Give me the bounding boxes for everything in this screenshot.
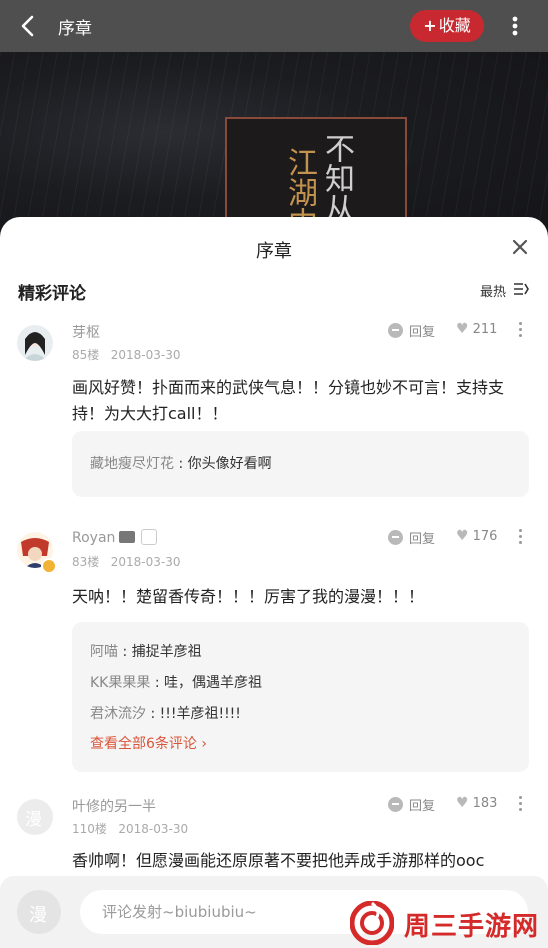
like-button[interactable]: ♥ 183 [456, 795, 497, 811]
reply-icon [388, 323, 403, 338]
username-text: Royan [72, 530, 116, 546]
reply-username: 君沐流汐 [90, 706, 146, 722]
reply-separator: : [150, 675, 164, 691]
back-arrow-icon[interactable] [14, 12, 42, 40]
avatar[interactable]: 漫 [17, 799, 53, 835]
reply-username: 阿喵 [90, 644, 118, 660]
comment-text: 天呐！！楚留香传奇！！！厉害了我的漫漫！！！ [72, 587, 425, 606]
reply-icon [388, 797, 403, 812]
reply-username: 藏地瘦尽灯花 [90, 456, 174, 472]
heart-icon: ♥ [456, 528, 469, 544]
floor-number: 83楼 [72, 555, 100, 569]
reply-item[interactable]: 君沐流汐 : !!!羊彦祖!!!! [90, 704, 511, 724]
reply-text: !!!羊彦祖!!!! [159, 706, 241, 722]
reply-icon [388, 530, 403, 545]
reply-button[interactable]: 回复 [388, 321, 435, 340]
verified-badge-icon [41, 558, 57, 574]
plaque-text-right: 不知从 [319, 133, 354, 223]
heart-icon: ♥ [456, 795, 469, 811]
reply-text: 哇，偶遇羊彦祖 [164, 675, 262, 691]
reply-text: 捕捉羊彦祖 [131, 644, 202, 660]
favorite-label: 收藏 [438, 16, 471, 35]
view-all-replies-link[interactable]: 查看全部6条评论 › [90, 733, 511, 753]
comments-sheet: 序章 精彩评论 最热 芽枢 85楼 2018-03-30 回复 ♥ 211 画风好… [0, 217, 548, 948]
like-count: 211 [472, 322, 498, 337]
comment-more-icon[interactable] [513, 529, 527, 549]
avatar[interactable] [17, 325, 53, 361]
comment-more-icon[interactable] [513, 322, 527, 342]
comment-meta: 83楼 2018-03-30 [72, 553, 180, 570]
floor-number: 110楼 [72, 822, 107, 836]
like-button[interactable]: ♥ 211 [456, 321, 497, 337]
reply-username: KK果果果 [90, 675, 151, 691]
comment-date: 2018-03-30 [110, 348, 181, 362]
my-avatar [17, 890, 61, 934]
like-count: 183 [472, 796, 498, 811]
username[interactable]: 叶修的另一半 [72, 796, 156, 816]
close-icon[interactable] [510, 237, 530, 257]
comment-text: 画风好赞！扑面而来的武侠气息！！分镜也妙不可言！支持支持！为大大打call！！ [72, 378, 505, 423]
username[interactable]: 芽枢 [72, 322, 100, 342]
comment-date: 2018-03-30 [118, 822, 189, 836]
watermark-logo-icon [349, 900, 395, 946]
plus-icon: + [423, 16, 437, 35]
reply-item[interactable]: 阿喵 : 捕捉羊彦祖 [90, 642, 511, 662]
reply-separator: : [118, 644, 132, 660]
reply-separator: : [146, 706, 160, 722]
chapter-title: 序章 [58, 19, 92, 39]
comment-text: 香帅啊！但愿漫画能还原原著不要把他弄成手游那样的ooc [72, 851, 485, 870]
like-count: 176 [472, 529, 498, 544]
sort-button[interactable]: 最热 [480, 281, 506, 300]
comment-meta: 85楼 2018-03-30 [72, 346, 180, 363]
section-title: 精彩评论 [18, 284, 86, 304]
reply-label: 回复 [409, 325, 436, 340]
sheet-title: 序章 [256, 241, 292, 262]
reply-list: 藏地瘦尽灯花 : 你头像好看啊 [72, 431, 529, 497]
user-badge-icon [141, 529, 158, 545]
reply-text: 你头像好看啊 [187, 456, 272, 472]
username[interactable]: Royan [72, 529, 158, 546]
more-menu-icon[interactable] [505, 12, 525, 40]
floor-number: 85楼 [72, 348, 100, 362]
comment-meta: 110楼 2018-03-30 [72, 820, 188, 837]
reply-item[interactable]: 藏地瘦尽灯花 : 你头像好看啊 [90, 454, 511, 474]
top-bar: 序章 + 收藏 [0, 0, 548, 52]
watermark-text: 周三手游网 [404, 912, 540, 942]
favorite-button[interactable]: + 收藏 [410, 10, 484, 42]
heart-icon: ♥ [456, 321, 469, 337]
like-button[interactable]: ♥ 176 [456, 528, 497, 544]
comment-more-icon[interactable] [513, 796, 527, 816]
reply-button[interactable]: 回复 [388, 528, 435, 547]
reply-item[interactable]: KK果果果 : 哇，偶遇羊彦祖 [90, 673, 511, 693]
watermark: 周三手游网 [349, 896, 548, 948]
comment-date: 2018-03-30 [110, 555, 181, 569]
reply-label: 回复 [409, 799, 436, 814]
reply-label: 回复 [409, 532, 436, 547]
user-level-icon [119, 531, 136, 543]
default-avatar-icon: 漫 [25, 810, 42, 830]
reply-separator: : [174, 456, 188, 472]
sort-icon[interactable] [512, 281, 530, 297]
reply-button[interactable]: 回复 [388, 795, 435, 814]
reply-list: 阿喵 : 捕捉羊彦祖 KK果果果 : 哇，偶遇羊彦祖 君沐流汐 : !!!羊彦祖… [72, 622, 529, 772]
